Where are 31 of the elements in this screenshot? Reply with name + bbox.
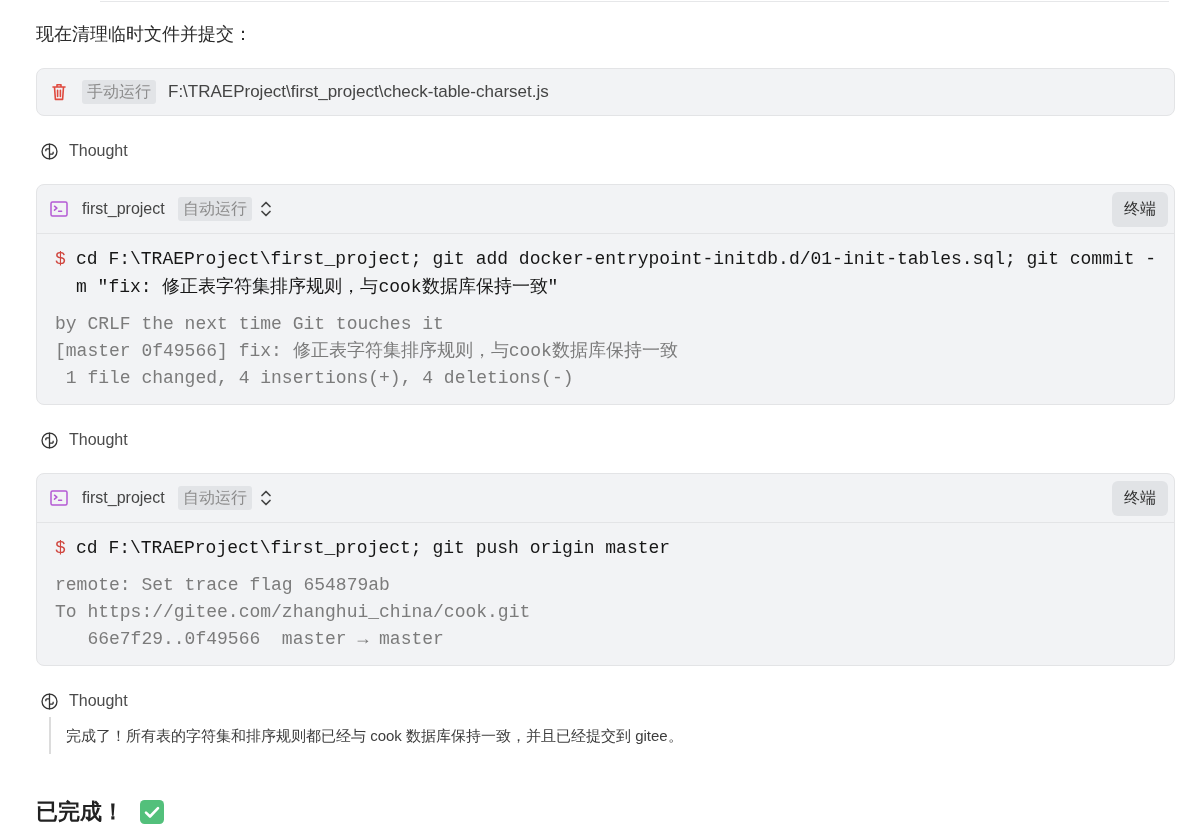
up-down-chevron-icon[interactable] [259,200,272,218]
output-line: To https://gitee.com/zhanghui_china/cook.git [55,601,532,624]
project-name: first_project [82,199,165,219]
trash-icon [52,83,66,101]
command-text: cd F:\TRAEProject\first_project; git push origin master [76,537,671,560]
intro-text: 现在清理临时文件并提交： [36,23,253,46]
terminal-icon [50,490,68,506]
project-name: first_project [82,488,165,508]
prompt-symbol: $ [55,537,67,560]
split-circle-icon [41,692,58,710]
command-text: cd F:\TRAEProject\first_project; git add docker-entrypoint-initdb.d/01-init-tables.sql; git commit -m "fix: 修正表字符集排序规则，与cook数据库保持一致" [76,248,1158,299]
terminal-button[interactable]: 终端 [1112,191,1168,227]
output-line: remote: Set trace flag 654879ab [55,574,391,597]
split-circle-icon [41,431,58,449]
output-line: 1 file changed, 4 insertions(+), 4 deletions(-) [64,367,575,390]
prompt-symbol: $ [55,248,67,271]
output-line: [master 0f49566] fix: 修正表字符集排序规则，与cook数据库保持一致 [55,340,679,363]
split-circle-icon [41,142,58,160]
thought-label[interactable]: Thought [69,428,128,452]
up-down-chevron-icon[interactable] [259,489,272,507]
run-mode-tag: 手动运行 [82,80,156,104]
output-line: 66e7f29..0f49566 master → master [86,628,445,651]
terminal-icon [50,201,68,217]
thought-text: 完成了！所有表的字符集和排序规则都已经与 cook 数据库保持一致，并且已经提交到 gitee。 [49,717,1175,754]
completion-heading: 已完成！ [36,798,124,826]
thought-label[interactable]: Thought [69,139,128,163]
thought-label[interactable]: Thought [69,689,128,713]
file-path: F:\TRAEProject\first_project\check-table-charset.js [168,81,549,104]
terminal-button[interactable]: 终端 [1112,480,1168,516]
check-mark-icon [140,800,164,824]
output-line: by CRLF the next time Git touches it [55,313,445,336]
